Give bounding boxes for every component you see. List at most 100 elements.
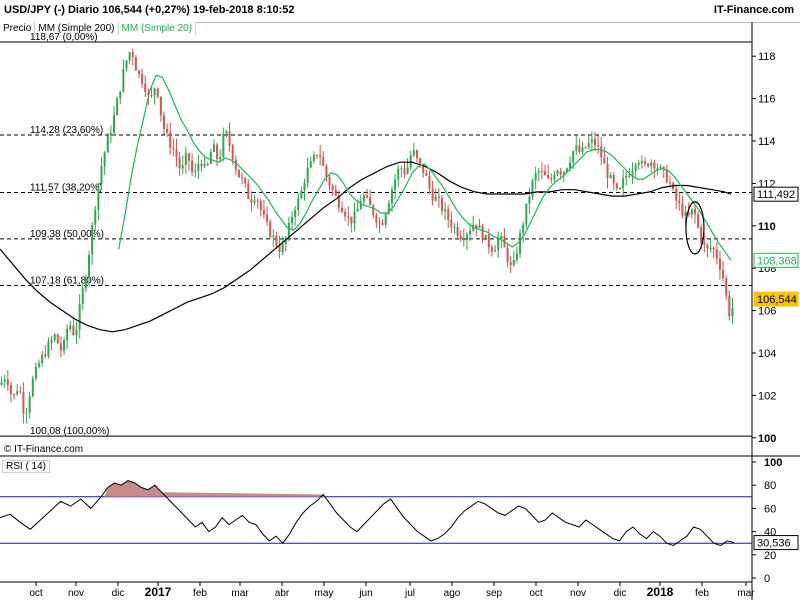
candle-body	[537, 171, 540, 173]
candle-body	[94, 209, 97, 225]
candle-body	[237, 169, 240, 178]
candle-body	[291, 216, 294, 224]
y-tick-label: 100	[758, 433, 776, 445]
candle-body	[622, 178, 625, 189]
candle-body	[178, 157, 181, 169]
candle-body	[113, 114, 116, 133]
candle-body	[319, 155, 322, 157]
x-tick-label: 2017	[145, 585, 172, 599]
candle-body	[584, 147, 587, 149]
candle-body	[253, 200, 256, 203]
candle-body	[581, 147, 584, 153]
x-tick-label: ago	[444, 588, 461, 599]
candle-body	[534, 172, 537, 181]
candle-body	[659, 166, 662, 168]
candle-body	[384, 213, 387, 225]
candle-body	[465, 234, 468, 241]
candle-body	[306, 167, 309, 183]
x-tick-label: 2018	[647, 585, 674, 599]
candle-body	[428, 175, 431, 189]
candle-body	[353, 211, 356, 224]
candle-body	[668, 182, 671, 184]
candle-body	[303, 182, 306, 191]
candle-body	[390, 189, 393, 204]
candle-body	[28, 396, 31, 413]
candle-body	[478, 225, 481, 229]
candle-body	[606, 163, 609, 179]
candle-body	[434, 196, 437, 201]
candle-body	[369, 197, 372, 206]
x-tick-label: nov	[68, 588, 84, 599]
candle-body	[640, 161, 643, 164]
rsi-label[interactable]: RSI ( 14)	[2, 460, 51, 473]
candle-body	[88, 254, 91, 278]
candle-body	[678, 200, 681, 204]
candle-body	[272, 235, 275, 238]
candle-body	[693, 208, 696, 215]
candle-body	[547, 175, 550, 179]
candle-body	[341, 207, 344, 212]
candle-body	[222, 134, 225, 158]
candle-body	[375, 215, 378, 223]
candle-body	[116, 98, 119, 115]
candle-body	[456, 226, 459, 236]
candle-body	[262, 209, 265, 215]
candle-body	[572, 150, 575, 163]
candle-body	[356, 209, 359, 212]
candle-body	[256, 200, 259, 202]
candle-body	[63, 340, 66, 351]
candle-body	[684, 212, 687, 216]
fib-label: 114,28 (23,60%)	[30, 125, 103, 136]
candle-body	[703, 242, 706, 245]
x-tick-label: jul	[404, 588, 415, 599]
candle-body	[725, 278, 728, 296]
candle-body	[241, 177, 244, 179]
copyright-notice: © IT-Finance.com	[4, 444, 84, 455]
candle-body	[169, 132, 172, 148]
candle-body	[525, 203, 528, 225]
candle-body	[69, 325, 72, 330]
candle-body	[25, 412, 28, 414]
x-tick-label: dic	[614, 588, 627, 599]
candle-body	[453, 226, 456, 228]
candle-body	[559, 170, 562, 175]
candle-body	[409, 155, 412, 168]
candle-body	[519, 232, 522, 254]
candle-body	[6, 379, 9, 385]
candle-body	[350, 216, 353, 224]
x-tick-label: sep	[486, 588, 503, 599]
candle-body	[400, 168, 403, 170]
candle-body	[131, 52, 134, 57]
rsi-tick-label: 20	[764, 550, 776, 562]
candle-body	[38, 363, 41, 367]
candle-body	[715, 249, 718, 259]
candle-body	[134, 56, 137, 71]
candle-body	[137, 70, 140, 74]
candle-body	[594, 138, 597, 146]
candle-body	[347, 216, 350, 218]
candle-body	[3, 379, 6, 383]
candle-body	[378, 222, 381, 224]
candle-body	[156, 88, 159, 97]
candle-body	[397, 168, 400, 180]
candle-body	[278, 245, 281, 253]
candle-body	[31, 378, 34, 397]
candle-body	[159, 96, 162, 116]
candle-body	[597, 145, 600, 147]
candle-body	[72, 325, 75, 336]
candle-body	[153, 88, 156, 96]
candle-body	[0, 382, 3, 385]
candle-body	[412, 150, 415, 156]
y-tick-label: 114	[758, 136, 776, 148]
candle-body	[600, 146, 603, 158]
candle-body	[578, 145, 581, 153]
candle-body	[309, 160, 312, 168]
candle-body	[487, 234, 490, 248]
candle-body	[209, 151, 212, 165]
candle-body	[481, 225, 484, 240]
candle-body	[119, 91, 122, 99]
candle-body	[216, 144, 219, 160]
candle-body	[19, 391, 22, 393]
candle-body	[247, 183, 250, 200]
candle-body	[325, 165, 328, 177]
